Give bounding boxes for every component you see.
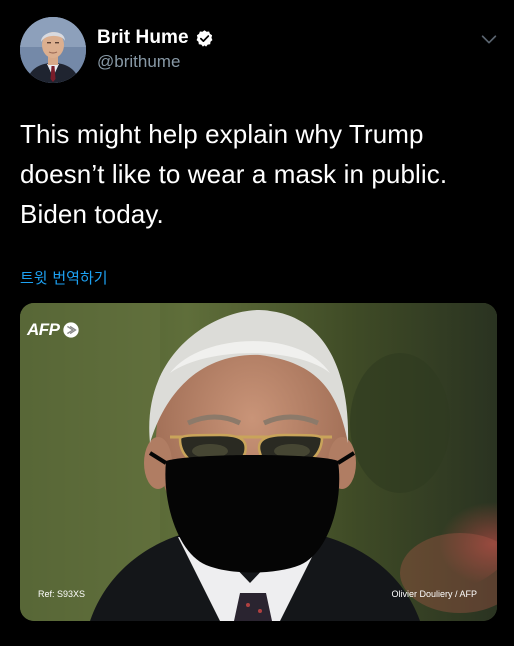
tweet-photo[interactable]: AFP Ref: S93XS Olivier Douliery / AFP <box>20 303 497 621</box>
tweet: Brit Hume @brithume This might help expl… <box>0 0 514 646</box>
afp-logo-icon <box>62 322 79 338</box>
avatar-image <box>20 17 86 83</box>
author-name[interactable]: Brit Hume <box>97 27 189 49</box>
chevron-down-icon[interactable] <box>478 28 500 50</box>
afp-watermark-text: AFP <box>27 320 60 339</box>
photo-image <box>20 303 497 621</box>
photo-ref-label: Ref: S93XS <box>38 589 86 599</box>
translate-tweet-link[interactable]: 트윗 번역하기 <box>20 267 108 288</box>
verified-badge-icon <box>196 29 213 47</box>
afp-watermark: AFP <box>27 320 80 340</box>
photo-credit-label: Olivier Douliery / AFP <box>391 589 477 599</box>
author-name-row[interactable]: Brit Hume <box>97 27 214 49</box>
author-handle[interactable]: @brithume <box>97 52 180 72</box>
tweet-text: This might help explain why Trump doesn’… <box>20 119 448 229</box>
avatar[interactable] <box>20 17 86 83</box>
